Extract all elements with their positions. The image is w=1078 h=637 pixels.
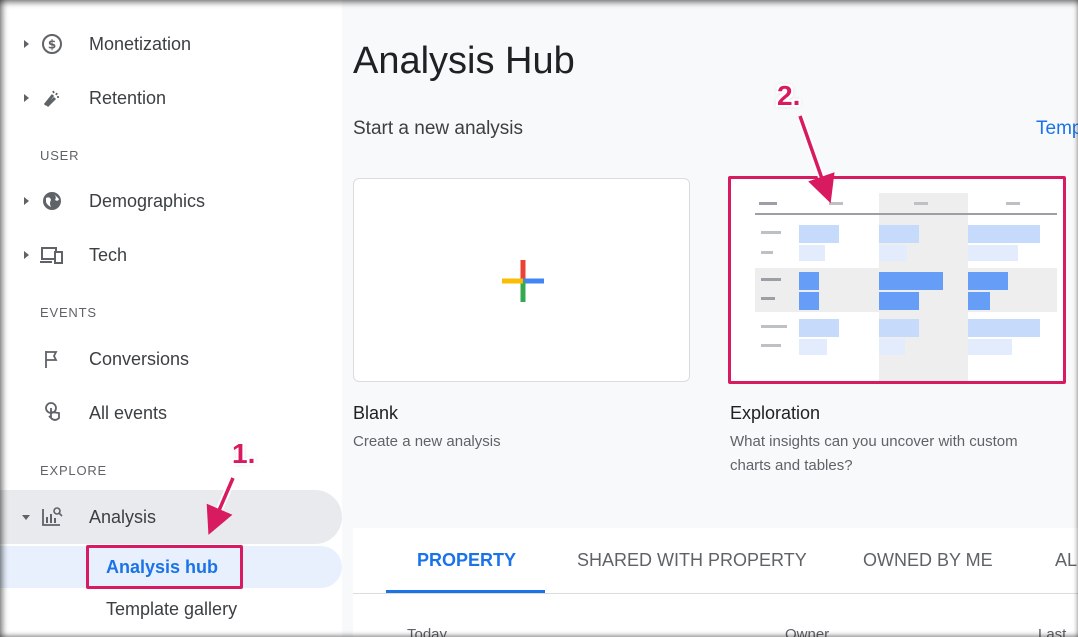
column-header-today: Today — [407, 626, 448, 637]
plus-icon — [501, 259, 545, 303]
sidebar-item-monetization[interactable]: $ Monetization — [0, 17, 342, 71]
blank-card-title: Blank — [353, 403, 399, 423]
touch-icon — [40, 401, 64, 425]
annotation-step-2: 2. — [777, 80, 801, 111]
globe-icon — [40, 189, 64, 213]
tab-property[interactable]: PROPERTY — [417, 550, 516, 571]
tab-shared-with-property[interactable]: SHARED WITH PROPERTY — [577, 550, 807, 571]
sidebar-item-tech[interactable]: Tech — [0, 228, 342, 282]
page-title: Analysis Hub — [353, 40, 575, 82]
blank-analysis-card[interactable] — [353, 178, 690, 382]
column-header-last: Last — [1038, 626, 1067, 637]
sidebar-item-label: All events — [89, 402, 168, 423]
sidebar-item-label: Retention — [89, 87, 167, 108]
exploration-card[interactable] — [728, 176, 1066, 384]
sidebar: $ Monetization Retention USER Demographi… — [0, 0, 342, 637]
sidebar-item-label: Analysis — [89, 506, 157, 527]
section-header-user: USER — [40, 148, 80, 163]
sidebar-item-label: Monetization — [89, 33, 192, 54]
section-header-events: EVENTS — [40, 305, 97, 320]
expand-caret-icon — [24, 40, 29, 48]
analysis-tabs: PROPERTY SHARED WITH PROPERTY OWNED BY M… — [353, 528, 1078, 637]
sidebar-item-label: Tech — [89, 244, 128, 265]
sidebar-item-label: Demographics — [89, 190, 206, 211]
sidebar-item-analysis[interactable]: Analysis — [0, 490, 342, 544]
exploration-preview-graphic — [755, 193, 1057, 381]
sidebar-item-template-gallery[interactable]: Template gallery — [0, 588, 342, 630]
exploration-desc-line1: What insights can you uncover with custo… — [730, 433, 1018, 450]
main-content: Analysis Hub Start a new analysis Temp B… — [342, 0, 1078, 637]
magnet-icon — [40, 86, 64, 110]
expand-caret-icon — [24, 94, 29, 102]
exploration-card-title: Exploration — [730, 403, 821, 423]
blank-card-description: Create a new analysis — [353, 433, 501, 450]
tab-all[interactable]: AL — [1055, 550, 1077, 571]
app-window: $ Monetization Retention USER Demographi… — [0, 0, 1078, 637]
sidebar-item-label: Template gallery — [106, 598, 238, 619]
sidebar-item-label: Conversions — [89, 348, 190, 369]
expand-caret-icon — [24, 197, 29, 205]
analysis-icon — [40, 505, 64, 529]
dollar-circle-icon: $ — [40, 32, 64, 56]
highlight-box-analysis-hub — [86, 545, 243, 589]
exploration-card-description: What insights can you uncover with custo… — [730, 430, 1018, 478]
exploration-desc-line2: charts and tables? — [730, 457, 853, 474]
sidebar-item-retention[interactable]: Retention — [0, 71, 342, 125]
sidebar-item-all-events[interactable]: All events — [0, 386, 342, 440]
devices-icon — [40, 243, 64, 267]
sidebar-item-conversions[interactable]: Conversions — [0, 332, 342, 386]
collapse-caret-icon — [22, 514, 30, 520]
tabs-divider — [353, 593, 1078, 594]
template-gallery-link[interactable]: Temp — [1036, 118, 1078, 140]
section-subtitle: Start a new analysis — [353, 118, 524, 139]
annotation-step-1: 1. — [232, 438, 256, 469]
column-header-owner: Owner — [785, 626, 830, 637]
svg-text:$: $ — [48, 38, 56, 52]
sidebar-item-demographics[interactable]: Demographics — [0, 174, 342, 228]
flag-icon — [40, 347, 64, 371]
section-header-explore: EXPLORE — [40, 463, 108, 478]
expand-caret-icon — [24, 251, 29, 259]
tab-owned-by-me[interactable]: OWNED BY ME — [863, 550, 993, 571]
